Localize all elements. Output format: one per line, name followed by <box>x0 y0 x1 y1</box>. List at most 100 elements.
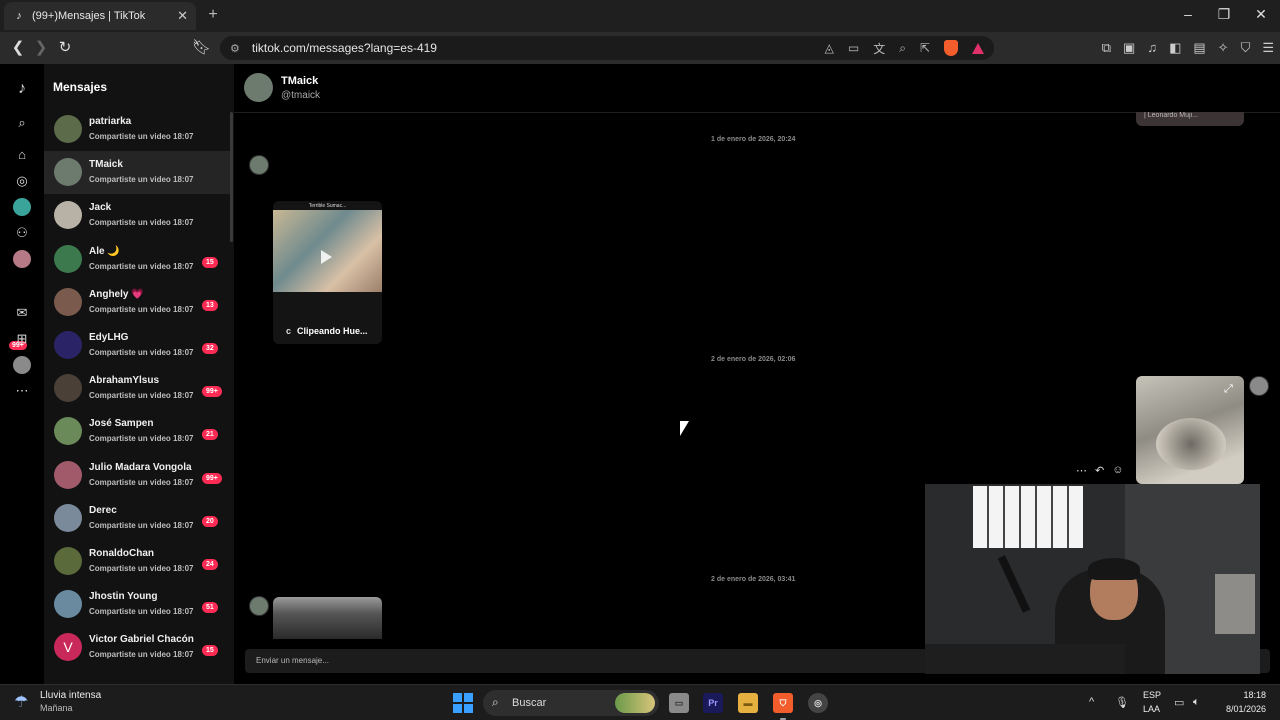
close-window-button[interactable]: ✕ <box>1251 6 1271 23</box>
unread-badge: 51 <box>202 602 218 614</box>
message-actions: ⋯ ↶ ☺ <box>1076 464 1123 477</box>
leo-ai-icon[interactable]: ✧ <box>1218 40 1229 56</box>
minimize-button[interactable]: – <box>1178 6 1198 22</box>
tiktok-favicon-icon: ♪ <box>16 10 22 22</box>
tab-search-icon[interactable]: ▣ <box>1123 40 1135 56</box>
conversation-name: TMaick <box>89 159 123 171</box>
home-icon[interactable]: ⌂ <box>11 144 33 166</box>
site-settings-icon[interactable]: ⚙ <box>230 42 240 55</box>
conversation-item[interactable]: RonaldoChan Compartiste un video 18:07 24 <box>44 540 230 583</box>
conversation-item[interactable]: patriarka Compartiste un video 18:07 <box>44 108 230 151</box>
conversation-item[interactable]: EdyLHG Compartiste un video 18:07 32 <box>44 324 230 367</box>
wallet-icon[interactable]: ▤ <box>1193 40 1205 56</box>
weather-subtitle[interactable]: Mañana <box>40 703 73 713</box>
conversation-item[interactable]: José Sampen Compartiste un video 18:07 21 <box>44 410 230 453</box>
date-separator: 1 de enero de 2026, 20:24 <box>711 136 796 143</box>
bookmark-icon[interactable]: 🔖︎ <box>192 39 211 57</box>
more-options-icon[interactable]: ⋯ <box>1076 464 1087 477</box>
taskbar-date[interactable]: 8/01/2026 <box>1218 704 1266 714</box>
tiktok-logo-icon[interactable]: ♪ <box>11 78 33 100</box>
live-avatar-icon[interactable] <box>11 248 33 270</box>
brave-browser-icon[interactable]: ⛉ <box>773 693 793 713</box>
conversation-item[interactable]: Jack Compartiste un video 18:07 <box>44 194 230 237</box>
microphone-icon[interactable]: 🎙︎ <box>1115 696 1129 709</box>
conversation-list: Mensajes patriarka Compartiste un video 1… <box>44 64 234 684</box>
messages-title: Mensajes <box>53 80 108 94</box>
conversation-item[interactable]: Julio Madara Vongola Compartiste un video… <box>44 454 230 497</box>
extensions-icon[interactable]: ⧉ <box>1102 40 1111 56</box>
conversation-list-scrollbar[interactable] <box>230 112 233 242</box>
share-icon[interactable]: ⇱ <box>920 41 930 55</box>
language-layout[interactable]: LAA <box>1143 704 1160 714</box>
url-text[interactable]: tiktok.com/messages?lang=es-419 <box>252 41 811 55</box>
expand-icon[interactable]: ⤢ <box>1224 383 1233 396</box>
tray-overflow-icon[interactable]: ^ <box>1089 696 1094 708</box>
unread-badge: 32 <box>202 343 218 354</box>
taskbar-time[interactable]: 18:18 <box>1230 690 1266 700</box>
search-icon[interactable]: ⌕ <box>11 112 33 134</box>
forward-button[interactable]: ❯ <box>32 39 50 57</box>
chat-contact-handle[interactable]: @tmaick <box>281 90 320 101</box>
zoom-icon[interactable]: ⌕ <box>899 41 906 56</box>
explore-icon[interactable]: ◎ <box>11 170 33 192</box>
browser-tab[interactable]: ♪ (99+)Mensajes | TikTok ✕ <box>4 2 196 30</box>
conversation-item[interactable]: Derec Compartiste un video 18:07 20 <box>44 497 230 540</box>
friends-icon[interactable]: ⚇ <box>11 222 33 244</box>
conversation-preview: Compartiste un video 18:07 <box>89 650 194 660</box>
sender-avatar[interactable] <box>249 596 269 616</box>
shared-video-thumbnail-partial[interactable] <box>273 597 382 639</box>
messages-icon[interactable]: ✉ <box>11 302 33 324</box>
conversation-preview: Compartiste un video 18:07 <box>89 218 194 228</box>
react-icon[interactable]: ☺ <box>1112 464 1123 477</box>
conversation-item[interactable]: Jhostin Young Compartiste un video 18:07 5… <box>44 583 230 626</box>
sender-avatar[interactable] <box>249 155 269 175</box>
network-icon[interactable]: ▭ <box>1174 696 1184 709</box>
menu-icon[interactable]: ☰ <box>1262 40 1274 56</box>
reload-button[interactable]: ↻ <box>56 39 74 57</box>
volume-icon[interactable]: 🔈︎ <box>1193 696 1200 709</box>
conversation-item[interactable]: Anghely 💗 Compartiste un video 18:07 13 <box>44 281 230 324</box>
conversation-item[interactable]: AbrahamYlsus Compartiste un video 18:07 99… <box>44 367 230 410</box>
weather-rain-icon[interactable]: ☂ <box>14 692 28 712</box>
language-indicator[interactable]: ESP <box>1143 690 1161 700</box>
back-button[interactable]: ❮ <box>9 39 27 57</box>
brave-shield-icon[interactable] <box>944 40 958 56</box>
conversation-item[interactable]: V Victor Gabriel Chacón Compartiste un vid… <box>44 626 230 669</box>
date-separator: 2 de enero de 2026, 03:41 <box>711 576 796 583</box>
media-icon[interactable]: ♫ <box>1147 40 1157 56</box>
more-icon[interactable]: ⋯ <box>11 380 33 402</box>
premiere-pro-icon[interactable]: Pr <box>703 693 723 713</box>
upload-icon[interactable]: ⊞ <box>11 328 33 350</box>
following-avatar-icon[interactable] <box>11 196 33 218</box>
reply-icon[interactable]: ↶ <box>1095 464 1104 477</box>
tab-title: (99+)Mensajes | TikTok <box>32 10 146 22</box>
profile-avatar-icon[interactable] <box>11 354 33 376</box>
conversation-item[interactable]: Ale 🌙 Compartiste un video 18:07 15 <box>44 238 230 281</box>
shared-video-card-partial[interactable]: | Leonardo Muji... <box>1136 112 1244 126</box>
sidebar-icon[interactable]: ◧ <box>1169 40 1181 56</box>
vpn-icon[interactable]: ⛉ <box>1241 40 1251 56</box>
avatar <box>54 547 82 575</box>
file-explorer-icon[interactable]: ▬ <box>738 693 758 713</box>
mute-icon[interactable]: ◬ <box>825 41 834 55</box>
chat-avatar[interactable] <box>244 73 273 102</box>
cast-icon[interactable]: ▭ <box>848 41 859 55</box>
weather-title[interactable]: Lluvia intensa <box>40 690 101 701</box>
taskbar-search[interactable]: ⌕ Buscar <box>483 690 659 716</box>
start-button[interactable] <box>453 693 473 713</box>
address-bar[interactable]: ⚙ tiktok.com/messages?lang=es-419 ◬ ▭ 文 … <box>220 36 994 60</box>
chat-contact-name[interactable]: TMaick <box>281 75 318 87</box>
new-tab-button[interactable]: + <box>204 6 222 24</box>
conversation-item[interactable]: TMaick Compartiste un video 18:07 <box>44 151 230 195</box>
conversation-name: Victor Gabriel Chacón <box>89 634 194 646</box>
shared-video-card[interactable]: Terrible Sumac... c Clipeando Hue... <box>273 201 382 344</box>
tiktok-nav-rail: ♪ ⌕ ⌂ ◎ ⚇ 99+ ✉ ⊞ ⋯ <box>0 64 44 684</box>
translate-icon[interactable]: 文 <box>873 40 885 57</box>
restore-button[interactable]: ❐ <box>1214 6 1234 23</box>
task-view-icon[interactable]: ▭ <box>669 693 689 713</box>
obs-icon[interactable]: ◎ <box>808 693 828 713</box>
own-avatar[interactable] <box>1249 376 1269 396</box>
brave-rewards-icon[interactable] <box>972 42 984 54</box>
video-caption: c Clipeando Hue... <box>286 326 368 336</box>
close-tab-icon[interactable]: ✕ <box>177 8 188 24</box>
